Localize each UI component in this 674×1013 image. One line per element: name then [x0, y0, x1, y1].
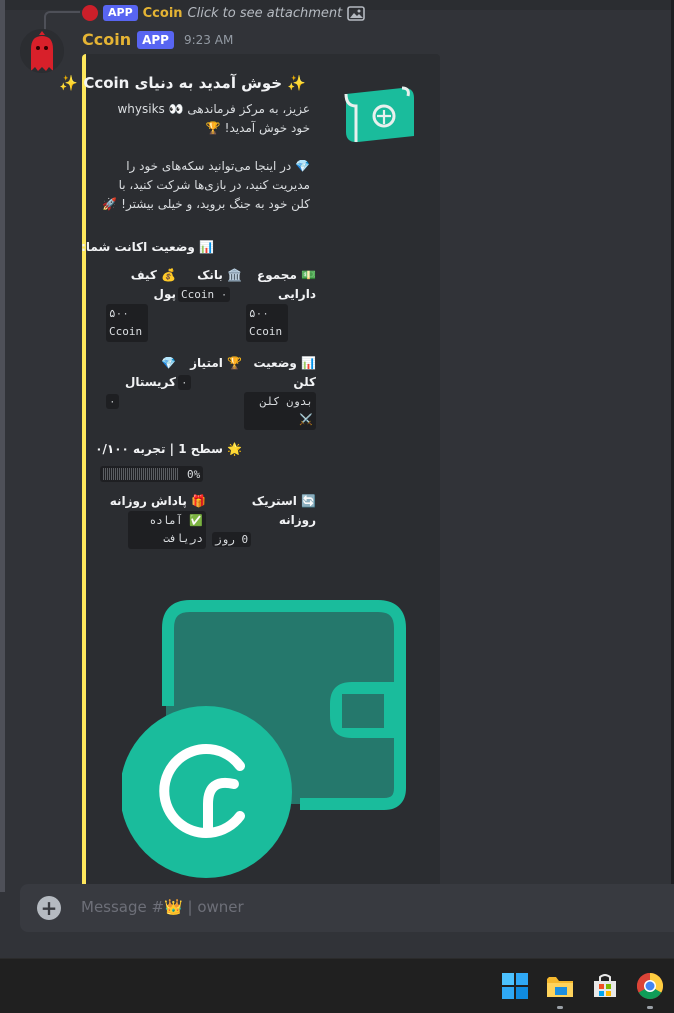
message-composer[interactable]: + Message #👑 | owner [20, 884, 674, 932]
field-streak-value: 0 روز [212, 532, 252, 547]
reply-avatar [82, 5, 98, 21]
greeting-line-1: عزیز، به مرکز فرماندهی 👀 whysiks [117, 102, 310, 116]
embed-card: ✨ خوش آمدید به دنیای Ccoin ✨ عزیز، به مر… [59, 54, 440, 894]
red-ghost-avatar [20, 29, 64, 73]
greeting-line-2: خود خوش آمدید! 🏆 [205, 121, 310, 135]
money-bill-icon [344, 86, 414, 143]
reply-preview[interactable]: APP Ccoin Click to see attachment [82, 4, 366, 22]
xp-progress-track [103, 468, 179, 480]
windows-start-icon[interactable] [500, 971, 530, 1001]
author-avatar[interactable] [20, 29, 64, 73]
chat-area: APP Ccoin Click to see attachment Ccoin … [0, 0, 674, 958]
chrome-icon[interactable] [635, 971, 665, 1001]
field-score-name: 🏆 امتیاز [190, 356, 242, 370]
windows-taskbar [0, 958, 674, 1013]
field-daily-reward-value: ✅ آماده دریافت [128, 511, 206, 549]
plus-circle-icon[interactable]: + [37, 896, 61, 920]
message-input[interactable]: Message #👑 | owner [81, 898, 244, 916]
chrome-running-indicator [647, 1006, 653, 1009]
field-daily-reward: 🎁 پاداش روزانه ✅ آماده دریافت [106, 492, 206, 549]
field-clan: 📊 وضعیت کلن بدون کلن ⚔️ [244, 354, 316, 430]
field-clan-name: 📊 وضعیت کلن [253, 356, 316, 389]
reply-text[interactable]: Click to see attachment [188, 6, 343, 21]
field-clan-value: بدون کلن ⚔️ [244, 392, 316, 430]
field-wallet: 💰 کیف پول ۵۰۰ Ccoin [106, 266, 176, 342]
file-explorer-running-indicator [557, 1006, 563, 1009]
field-score: 🏆 امتیاز ۰ [178, 354, 242, 392]
embed-description: عزیز، به مرکز فرماندهی 👀 whysiks خود خوش … [100, 100, 310, 233]
field-bank: 🏛️ بانک ۰ Ccoin [178, 266, 242, 304]
field-score-value: ۰ [178, 375, 191, 390]
level-line: 🌟 سطح 1 | تجربه ۰/۱۰۰ [95, 442, 242, 456]
field-crystal-value: ۰ [106, 394, 119, 409]
field-crystal-name: 💎 کریستال [125, 356, 176, 389]
file-explorer-icon[interactable] [545, 971, 575, 1001]
intro-text: 💎 در اینجا می‌توانید سکه‌های خود را مدیر… [102, 159, 310, 211]
app-badge: APP [137, 30, 174, 49]
channel-divider [0, 0, 5, 892]
field-streak-name: 🔄 استریک روزانه [251, 494, 316, 527]
ccoin-wallet-logo[interactable] [122, 600, 412, 890]
account-status-heading: 📊 وضعیت اکانت شما: [81, 240, 214, 254]
embed-title: ✨ خوش آمدید به دنیای Ccoin ✨ [59, 74, 306, 92]
xp-progress-bar: 0% [100, 466, 204, 482]
field-wallet-value: ۵۰۰ Ccoin [106, 304, 148, 342]
timestamp[interactable]: 9:23 AM [184, 33, 233, 47]
field-wallet-name: 💰 کیف پول [130, 268, 176, 301]
field-daily-reward-name: 🎁 پاداش روزانه [109, 494, 206, 508]
field-total: 💵 مجموع دارایی ۵۰۰ Ccoin [246, 266, 316, 342]
reply-author[interactable]: Ccoin [143, 6, 183, 21]
microsoft-store-icon[interactable] [590, 971, 620, 1001]
field-bank-name: 🏛️ بانک [197, 268, 242, 282]
field-bank-value: ۰ Ccoin [178, 287, 231, 302]
image-icon [347, 6, 366, 21]
field-total-value: ۵۰۰ Ccoin [246, 304, 288, 342]
reply-app-badge: APP [103, 5, 138, 21]
field-streak: 🔄 استریک روزانه 0 روز [212, 492, 316, 549]
author-name[interactable]: Ccoin [82, 30, 131, 49]
field-total-name: 💵 مجموع دارایی [257, 268, 316, 301]
xp-progress-percent: 0% [187, 467, 201, 481]
message-header: Ccoin APP 9:23 AM [82, 30, 233, 49]
field-crystal: 💎 کریستال ۰ [106, 354, 176, 411]
